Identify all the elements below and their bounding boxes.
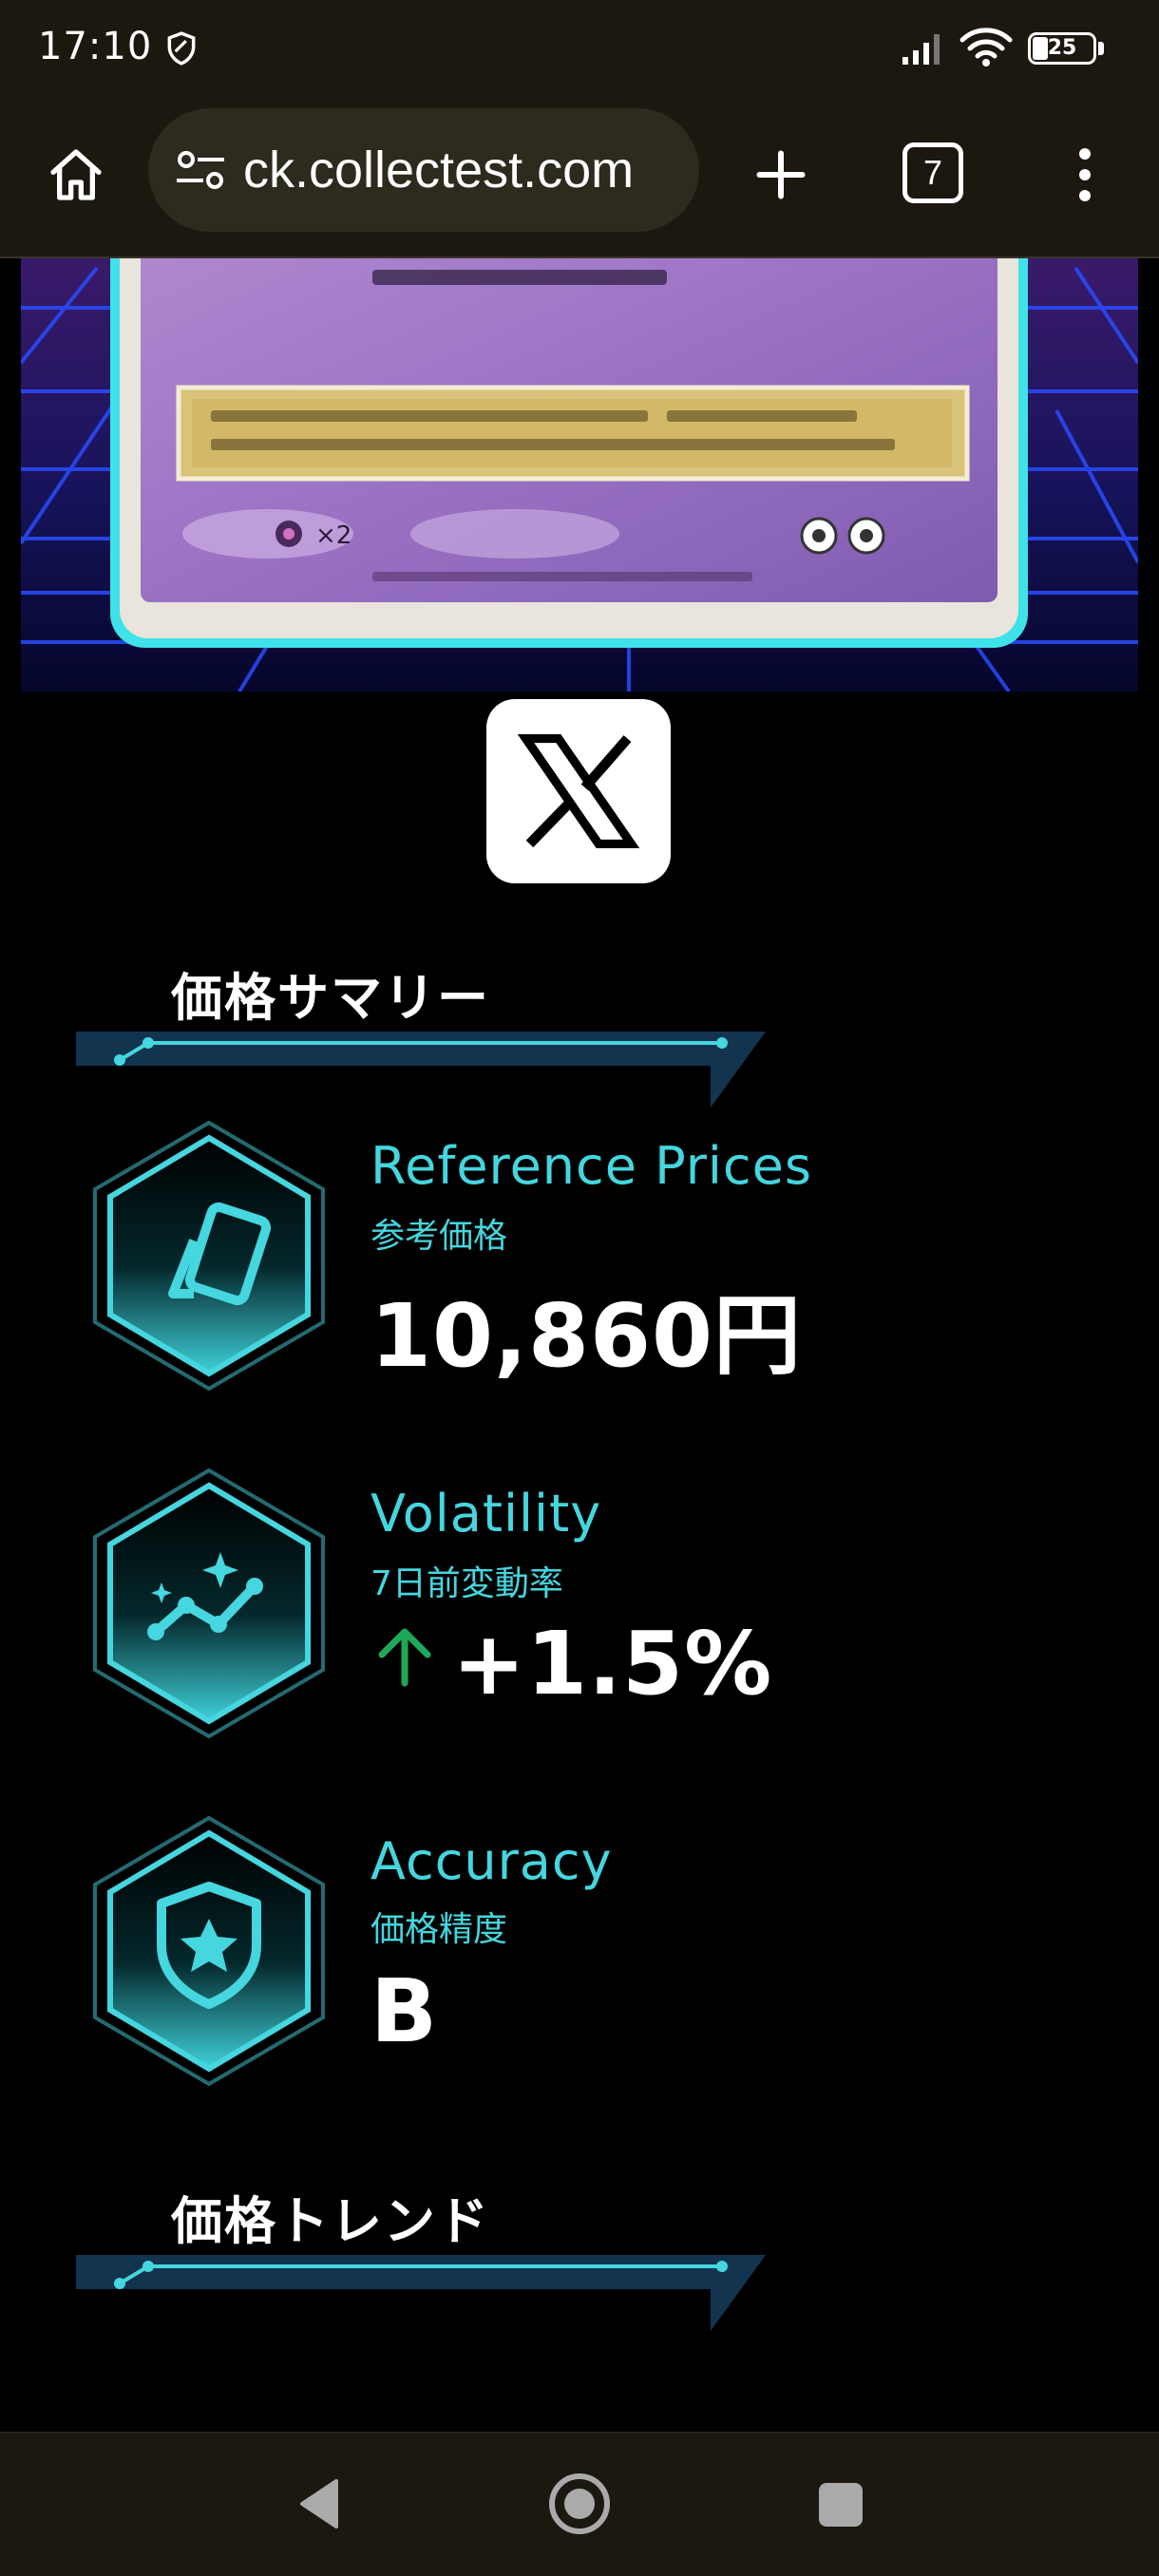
metric-label-en: Accuracy [370, 1831, 613, 1891]
section-title-price-trend: 価格トレンド [171, 2191, 490, 2251]
card-artwork: ×2 [21, 258, 1138, 691]
more-menu-icon[interactable] [1056, 137, 1113, 213]
reference-price-value: 10,860円 [370, 1285, 803, 1387]
volatility-value: +1.5% [452, 1613, 773, 1714]
browser-toolbar: ck.collectest.com 7 [0, 103, 1159, 258]
section-divider [76, 2255, 766, 2331]
x-share-button[interactable] [486, 699, 671, 883]
metric-label-ja: 7日前変動率 [370, 1564, 563, 1603]
battery-icon: 25 [1028, 32, 1106, 66]
card-image: ×2 [21, 258, 1138, 691]
system-nav-bar [0, 2432, 1159, 2576]
accuracy-grade-value: B [370, 1960, 439, 2062]
metric-icon-badge [93, 1468, 325, 1739]
metric-icon-badge [93, 1815, 325, 2087]
tab-switcher-icon[interactable]: 7 [902, 142, 963, 203]
url-text[interactable]: ck.collectest.com [243, 108, 634, 232]
status-time: 17:10 [38, 25, 153, 68]
status-bar: 17:10 25 [0, 0, 1159, 103]
trend-up-icon [378, 1628, 431, 1687]
metric-label-en: Volatility [370, 1484, 602, 1544]
section-divider [76, 1032, 766, 1108]
battery-level: 25 [1047, 36, 1077, 60]
back-icon[interactable] [294, 2475, 342, 2532]
recents-icon[interactable] [817, 2481, 864, 2529]
address-bar[interactable]: ck.collectest.com [148, 108, 699, 232]
site-settings-icon[interactable] [175, 148, 226, 192]
metric-label-en: Reference Prices [370, 1136, 812, 1196]
metric-icon-badge [93, 1120, 325, 1392]
home-button[interactable] [40, 139, 112, 211]
tab-count: 7 [922, 153, 943, 192]
signal-icon [902, 34, 940, 65]
wifi-icon [960, 28, 1013, 66]
metric-label-ja: 参考価格 [370, 1217, 508, 1256]
new-tab-icon [756, 150, 806, 199]
x-logo-icon [517, 733, 640, 849]
new-tab-button[interactable] [743, 137, 819, 213]
home-circle-icon[interactable] [547, 2472, 612, 2536]
shield-icon [167, 31, 196, 66]
svg-text:×2: ×2 [315, 521, 352, 550]
metric-label-ja: 価格精度 [370, 1910, 508, 1949]
section-title-price-summary: 価格サマリー [171, 968, 490, 1028]
home-icon [50, 149, 102, 200]
